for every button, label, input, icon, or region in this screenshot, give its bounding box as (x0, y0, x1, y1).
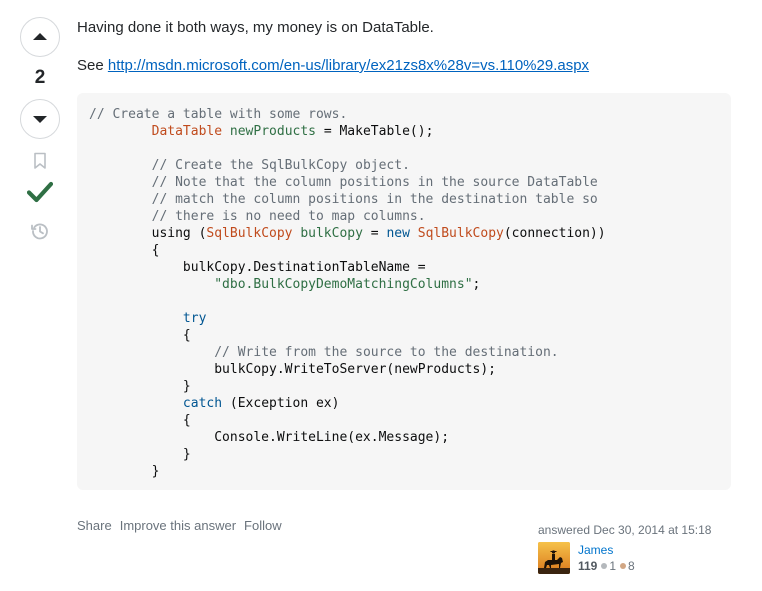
code-token: // Note that the column positions in the… (151, 175, 598, 190)
code-line: } (89, 446, 719, 463)
code-token: bulkCopy.WriteToServer(newProducts); (89, 362, 496, 377)
code-token: using ( (89, 226, 207, 241)
vote-column: 2 (20, 17, 60, 241)
code-token: } (89, 379, 191, 394)
answered-time: answered Dec 30, 2014 at 15:18 (538, 523, 712, 537)
code-token: // Create the SqlBulkCopy object. (151, 158, 410, 173)
code-line: } (89, 378, 719, 395)
reputation-line: 119 1 8 (578, 558, 635, 574)
code-line: // Note that the column positions in the… (89, 174, 719, 191)
code-token: { (89, 328, 191, 343)
code-token: Console.WriteLine(ex.Message); (89, 430, 450, 445)
code-token: (connection)) (503, 226, 606, 241)
code-line: bulkCopy.DestinationTableName = (89, 259, 719, 276)
code-token: } (89, 464, 160, 479)
silver-badge-count: 1 (609, 559, 617, 573)
code-token: = (362, 226, 387, 241)
code-line: // Write from the source to the destinat… (89, 344, 719, 361)
code-token: // Write from the source to the destinat… (214, 345, 559, 360)
code-token: new (386, 226, 410, 241)
code-line: { (89, 412, 719, 429)
post-actions: Share Improve this answer Follow (77, 518, 282, 533)
silver-badge-icon (601, 563, 608, 570)
code-token: // Create a table with some rows. (89, 107, 348, 122)
code-line: "dbo.BulkCopyDemoMatchingColumns"; (89, 276, 719, 293)
code-line: // there is no need to map columns. (89, 208, 719, 225)
code-token: bulkCopy (300, 226, 363, 241)
code-token: catch (182, 396, 223, 411)
code-line: try (89, 310, 719, 327)
code-token: SqlBulkCopy (417, 226, 504, 241)
downvote-button[interactable] (20, 99, 60, 139)
code-line: // match the column positions in the des… (89, 191, 719, 208)
code-line: { (89, 242, 719, 259)
code-token: SqlBulkCopy (206, 226, 293, 241)
upvote-button[interactable] (20, 17, 60, 57)
code-line: DataTable newProducts = MakeTable(); (89, 123, 719, 140)
code-line: { (89, 327, 719, 344)
code-line: bulkCopy.WriteToServer(newProducts); (89, 361, 719, 378)
code-block: // Create a table with some rows. DataTa… (77, 93, 731, 490)
see-label: See (77, 57, 108, 74)
code-line: // Create a table with some rows. (89, 106, 719, 123)
bronze-badge-icon (620, 563, 627, 570)
code-token: // there is no need to map columns. (151, 209, 426, 224)
code-line: Console.WriteLine(ex.Message); (89, 429, 719, 446)
bookmark-icon (34, 152, 46, 169)
code-token: { (89, 243, 160, 258)
code-line: catch (Exception ex) (89, 395, 719, 412)
reputation-score: 119 (578, 559, 598, 573)
code-token: (Exception ex) (222, 396, 340, 411)
accepted-answer-indicator (27, 179, 53, 205)
code-token: newProducts (229, 124, 316, 139)
code-token: } (89, 447, 191, 462)
code-line: // Create the SqlBulkCopy object. (89, 157, 719, 174)
vote-count: 2 (34, 67, 46, 88)
history-icon (31, 223, 48, 240)
arrow-up-icon (33, 33, 47, 40)
user-info: James 119 1 8 (538, 542, 738, 574)
code-line: using (SqlBulkCopy bulkCopy = new SqlBul… (89, 225, 719, 242)
code-token: try (182, 311, 207, 326)
code-token: { (89, 413, 191, 428)
improve-answer-link[interactable]: Improve this answer (120, 518, 236, 533)
user-details: James 119 1 8 (578, 542, 635, 574)
post-body: Having done it both ways, my money is on… (77, 17, 731, 490)
arrow-down-icon (33, 116, 47, 123)
code-token: = MakeTable(); (316, 124, 434, 139)
timeline-button[interactable] (30, 221, 50, 241)
code-token: bulkCopy.DestinationTableName = (89, 260, 426, 275)
answer-post: 2 Having done it both ways, my money is (0, 0, 762, 591)
code-token: ; (472, 277, 481, 292)
bookmark-button[interactable] (33, 151, 47, 171)
bronze-badge-count: 8 (628, 559, 635, 573)
see-link-paragraph: See http://msdn.microsoft.com/en-us/libr… (77, 55, 731, 77)
avatar[interactable] (538, 542, 570, 574)
follow-link[interactable]: Follow (244, 518, 282, 533)
code-token: // match the column positions in the des… (151, 192, 598, 207)
cowboy-horse-avatar-icon (538, 542, 570, 574)
answer-text: Having done it both ways, my money is on… (77, 19, 434, 36)
user-name-link[interactable]: James (578, 542, 635, 558)
share-link[interactable]: Share (77, 518, 112, 533)
code-token: DataTable (151, 124, 223, 139)
code-token: "dbo.BulkCopyDemoMatchingColumns" (214, 277, 473, 292)
code-line: } (89, 463, 719, 480)
msdn-link[interactable]: http://msdn.microsoft.com/en-us/library/… (108, 57, 589, 74)
user-signature: answered Dec 30, 2014 at 15:18 James 119… (538, 522, 738, 574)
accepted-check-icon (27, 181, 53, 203)
